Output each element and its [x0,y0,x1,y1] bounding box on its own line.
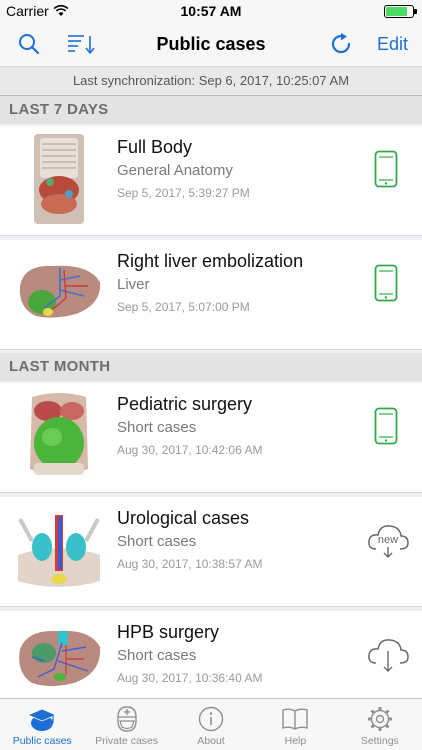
status-bar: Carrier 10:57 AM [0,0,422,22]
case-date: Aug 30, 2017, 10:42:06 AM [117,443,263,457]
case-category: Liver [117,276,150,293]
case-thumbnail [18,515,100,587]
case-category: General Anatomy [117,162,233,179]
case-date: Sep 5, 2017, 5:39:27 PM [117,186,250,200]
tab-label: Settings [360,735,399,747]
tab-settings[interactable]: Settings [338,699,422,750]
tab-label: Public cases [12,735,72,747]
tab-label: About [197,735,225,747]
gear-icon [367,707,392,731]
phone-icon [374,407,398,445]
info-icon [198,706,224,732]
cloud-new-status[interactable]: new [366,519,410,561]
tab-public-cases[interactable]: Public cases [0,699,84,750]
case-category: Short cases [117,419,197,436]
case-thumbnail [34,134,84,224]
refresh-button[interactable] [326,30,356,58]
tab-label: Private cases [95,735,159,747]
case-name: Right liver embolization [117,251,304,271]
on-device-status[interactable] [368,262,404,304]
surgeon-icon [116,706,137,732]
case-row-full-body[interactable]: Full Body General Anatomy Sep 5, 2017, 5… [0,126,422,236]
battery-icon [384,5,417,18]
case-category: Short cases [117,533,197,550]
edit-button[interactable]: Edit [377,34,408,55]
cloud-download-icon [368,639,409,672]
tab-about[interactable]: About [169,699,253,750]
case-name: Urological cases [117,508,250,528]
book-icon [282,708,309,730]
case-row-urological-cases[interactable]: Urological cases Short cases Aug 30, 201… [0,497,422,607]
app-screen: Carrier 10:57 AM Public cases Edit Last … [0,0,422,750]
new-badge-text: new [378,534,398,546]
section-header-last-7-days: LAST 7 DAYS [0,96,422,124]
tab-help[interactable]: Help [253,699,337,750]
status-time: 10:57 AM [180,3,242,19]
case-date: Sep 5, 2017, 5:07:00 PM [117,300,250,314]
phone-icon [374,150,398,188]
section-header-last-month: LAST MONTH [0,353,422,381]
case-thumbnail [19,265,101,318]
case-row-pediatric-surgery[interactable]: Pediatric surgery Short cases Aug 30, 20… [0,383,422,493]
sync-status: Last synchronization: Sep 6, 2017, 10:25… [0,66,422,96]
cloud-download-status[interactable] [366,633,410,675]
cloud-new-icon: new [368,525,409,558]
case-thumbnail [19,630,101,686]
page-title: Public cases [156,34,266,54]
tab-private-cases[interactable]: Private cases [84,699,168,750]
tab-label: Help [284,735,307,747]
phone-icon [374,264,398,302]
graduation-cap-icon [27,708,58,731]
case-name: Full Body [117,137,193,157]
case-row-right-liver-embolization[interactable]: Right liver embolization Liver Sep 5, 20… [0,240,422,350]
case-date: Aug 30, 2017, 10:38:57 AM [117,557,263,571]
on-device-status[interactable] [368,405,404,447]
navigation-bar: Public cases Edit [0,22,422,66]
case-thumbnail [30,393,88,475]
case-name: HPB surgery [117,622,220,642]
case-name: Pediatric surgery [117,394,253,414]
refresh-icon [331,33,351,54]
case-category: Short cases [117,647,197,664]
on-device-status[interactable] [368,148,404,190]
tab-bar: Public cases Private cases About Help Se… [0,698,422,750]
case-date: Aug 30, 2017, 10:36:40 AM [117,671,263,685]
